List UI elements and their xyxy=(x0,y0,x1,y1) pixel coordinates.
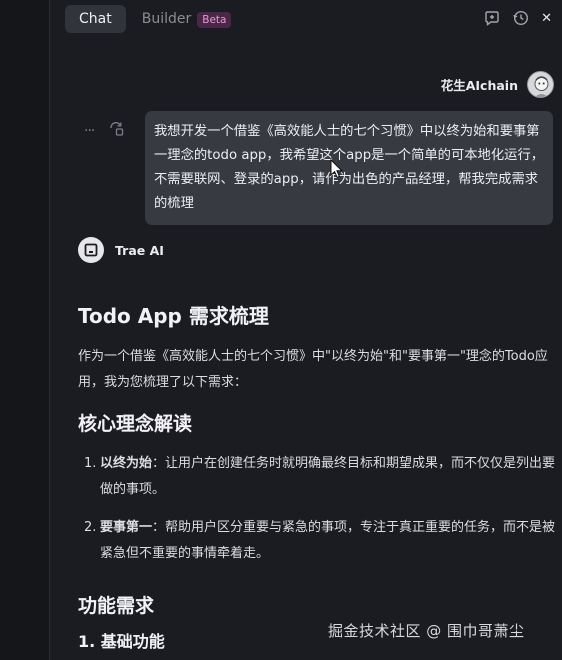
more-options-icon[interactable]: ··· xyxy=(84,123,95,139)
left-side-panel xyxy=(0,0,50,660)
list-item: 2. 要事第一：帮助用户区分重要与紧急的事项，专注于真正重要的任务，而不是被紧急… xyxy=(78,515,556,567)
assistant-header: Trae AI xyxy=(78,237,164,263)
list-item-label: 以终为始 xyxy=(100,456,153,471)
list-item-body: ：让用户在创建任务时就明确最终目标和期望成果，而不仅仅是列出要做的事项。 xyxy=(100,456,556,497)
list-item-number: 2. xyxy=(84,520,97,535)
list-item-text: 以终为始：让用户在创建任务时就明确最终目标和期望成果，而不仅仅是列出要做的事项。 xyxy=(100,451,556,503)
list-item-body: ：帮助用户区分重要与紧急的事项，专注于真正重要的任务，而不是被紧急但不重要的事情… xyxy=(100,520,556,561)
trae-logo-icon xyxy=(78,237,104,263)
beta-badge: Beta xyxy=(197,12,232,28)
avatar xyxy=(527,71,554,98)
user-message-bubble: 我想开发一个借鉴《高效能人士的七个习惯》中以终为始和要事第一理念的todo ap… xyxy=(145,111,553,225)
tab-builder[interactable]: Builder Beta xyxy=(141,11,232,28)
mouse-cursor-icon xyxy=(330,158,344,183)
core-points-list: 1. 以终为始：让用户在创建任务时就明确最终目标和期望成果，而不仅仅是列出要做的… xyxy=(78,451,556,567)
list-item-label: 要事第一 xyxy=(100,520,153,535)
list-item: 1. 以终为始：让用户在创建任务时就明确最终目标和期望成果，而不仅仅是列出要做的… xyxy=(78,451,556,503)
list-item-text: 要事第一：帮助用户区分重要与紧急的事项，专注于真正重要的任务，而不是被紧急但不重… xyxy=(100,515,556,567)
tab-chat[interactable]: Chat xyxy=(65,5,126,33)
section-core-concepts: 核心理念解读 xyxy=(78,413,193,435)
message-tools: ··· xyxy=(84,120,125,141)
assistant-response: Todo App 需求梳理 作为一个借鉴《高效能人士的七个习惯》中"以终为始"和… xyxy=(78,300,556,655)
assistant-name: Trae AI xyxy=(115,242,164,258)
list-item-number: 1. xyxy=(84,456,97,471)
close-icon[interactable]: ✕ xyxy=(541,11,552,26)
section-features: 功能需求 xyxy=(78,595,155,617)
user-name: 花生AIchain xyxy=(440,78,518,93)
response-title: Todo App 需求梳理 xyxy=(78,304,269,328)
tab-builder-label: Builder xyxy=(141,11,192,27)
new-chat-icon[interactable] xyxy=(483,9,501,27)
watermark: 掘金技术社区 @ 围巾哥萧尘 xyxy=(328,622,525,640)
top-actions: ✕ xyxy=(483,9,552,27)
response-intro: 作为一个借鉴《高效能人士的七个习惯》中"以终为始"和"要事第一"理念的Todo应… xyxy=(78,349,548,390)
user-header: 花生AIchain xyxy=(441,71,554,98)
retry-icon[interactable] xyxy=(108,120,125,141)
history-icon[interactable] xyxy=(512,9,530,27)
